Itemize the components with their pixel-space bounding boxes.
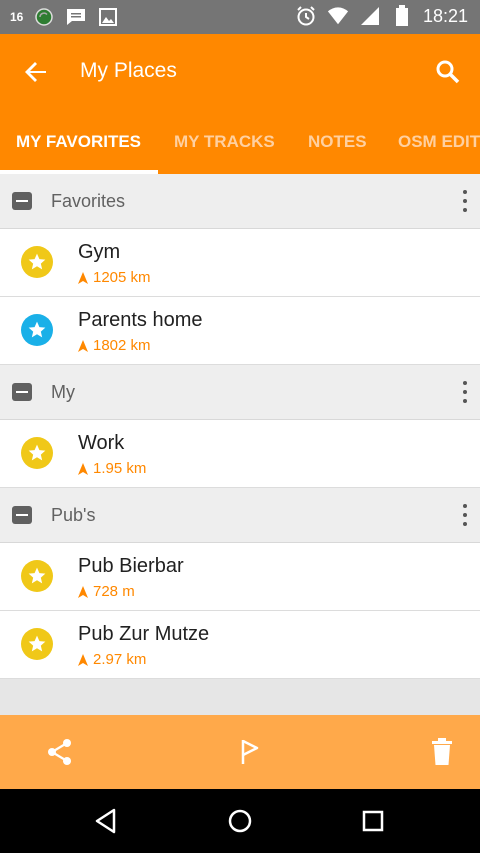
tab-notes[interactable]: NOTES xyxy=(308,110,367,174)
star-icon xyxy=(21,437,53,469)
wifi-icon xyxy=(327,5,349,27)
star-icon xyxy=(21,314,53,346)
bottom-action-bar xyxy=(0,715,480,789)
collapse-icon[interactable] xyxy=(12,383,32,401)
list-item[interactable]: Pub Bierbar 728 m xyxy=(0,543,480,611)
distance-value: 728 m xyxy=(93,583,135,600)
signal-icon xyxy=(359,5,381,27)
place-name: Pub Zur Mutze xyxy=(78,623,210,645)
place-distance: 2.97 km xyxy=(78,651,146,668)
list-item[interactable]: Gym 1205 km xyxy=(0,229,480,297)
more-vert-icon[interactable] xyxy=(458,502,472,528)
message-icon xyxy=(65,6,87,28)
tab-osm-edits[interactable]: OSM EDITS xyxy=(398,110,480,174)
alarm-icon xyxy=(295,5,317,27)
list-item[interactable]: Parents home 1802 km xyxy=(0,297,480,365)
distance-value: 1.95 km xyxy=(93,460,147,477)
nav-recents-icon[interactable] xyxy=(357,805,389,837)
group-name: My xyxy=(51,382,75,402)
status-bar: 16 18:21 xyxy=(0,0,480,34)
direction-arrow-icon xyxy=(78,339,88,352)
group-header-favorites[interactable]: Favorites xyxy=(0,174,480,229)
distance-value: 1205 km xyxy=(93,269,151,286)
direction-arrow-icon xyxy=(78,271,88,284)
place-name: Work xyxy=(78,432,125,454)
list-item[interactable]: Work 1.95 km xyxy=(0,420,480,488)
tab-my-tracks[interactable]: MY TRACKS xyxy=(174,110,275,174)
search-icon[interactable] xyxy=(430,54,466,90)
tab-bar: MY FAVORITES MY TRACKS NOTES OSM EDITS xyxy=(0,110,480,174)
clock-time: 18:21 xyxy=(422,5,468,26)
favorites-list: Favorites Gym 1205 km Parents home 1802 … xyxy=(0,174,480,679)
distance-value: 1802 km xyxy=(93,337,151,354)
delete-icon[interactable] xyxy=(426,736,458,768)
collapse-icon[interactable] xyxy=(12,506,32,524)
direction-arrow-icon xyxy=(78,462,88,475)
page-title: My Places xyxy=(80,59,177,82)
place-distance: 1205 km xyxy=(78,269,151,286)
collapse-icon[interactable] xyxy=(12,192,32,210)
share-icon[interactable] xyxy=(44,736,76,768)
distance-value: 2.97 km xyxy=(93,651,147,668)
star-icon xyxy=(21,628,53,660)
more-vert-icon[interactable] xyxy=(458,379,472,405)
battery-icon xyxy=(391,5,413,27)
direction-arrow-icon xyxy=(78,585,88,598)
place-name: Pub Bierbar xyxy=(78,555,184,577)
star-icon xyxy=(21,560,53,592)
sync-icon xyxy=(33,6,55,28)
system-navigation-bar xyxy=(0,789,480,853)
app-toolbar: My Places xyxy=(0,34,480,110)
notification-number-icon: 16 xyxy=(10,10,24,24)
image-icon xyxy=(97,6,119,28)
place-name: Parents home xyxy=(78,309,203,331)
place-name: Gym xyxy=(78,241,121,263)
tab-my-favorites[interactable]: MY FAVORITES xyxy=(16,110,141,174)
star-icon xyxy=(21,246,53,278)
group-header-my[interactable]: My xyxy=(0,365,480,420)
flag-icon[interactable] xyxy=(234,736,266,768)
nav-back-icon[interactable] xyxy=(90,805,122,837)
place-distance: 728 m xyxy=(78,583,135,600)
group-header-pubs[interactable]: Pub's xyxy=(0,488,480,543)
list-item[interactable]: Pub Zur Mutze 2.97 km xyxy=(0,611,480,679)
place-distance: 1802 km xyxy=(78,337,151,354)
direction-arrow-icon xyxy=(78,653,88,666)
more-vert-icon[interactable] xyxy=(458,188,472,214)
arrow-back-icon[interactable] xyxy=(18,54,54,90)
nav-home-icon[interactable] xyxy=(224,805,256,837)
group-name: Favorites xyxy=(51,191,126,211)
place-distance: 1.95 km xyxy=(78,460,146,477)
group-name: Pub's xyxy=(51,505,96,525)
